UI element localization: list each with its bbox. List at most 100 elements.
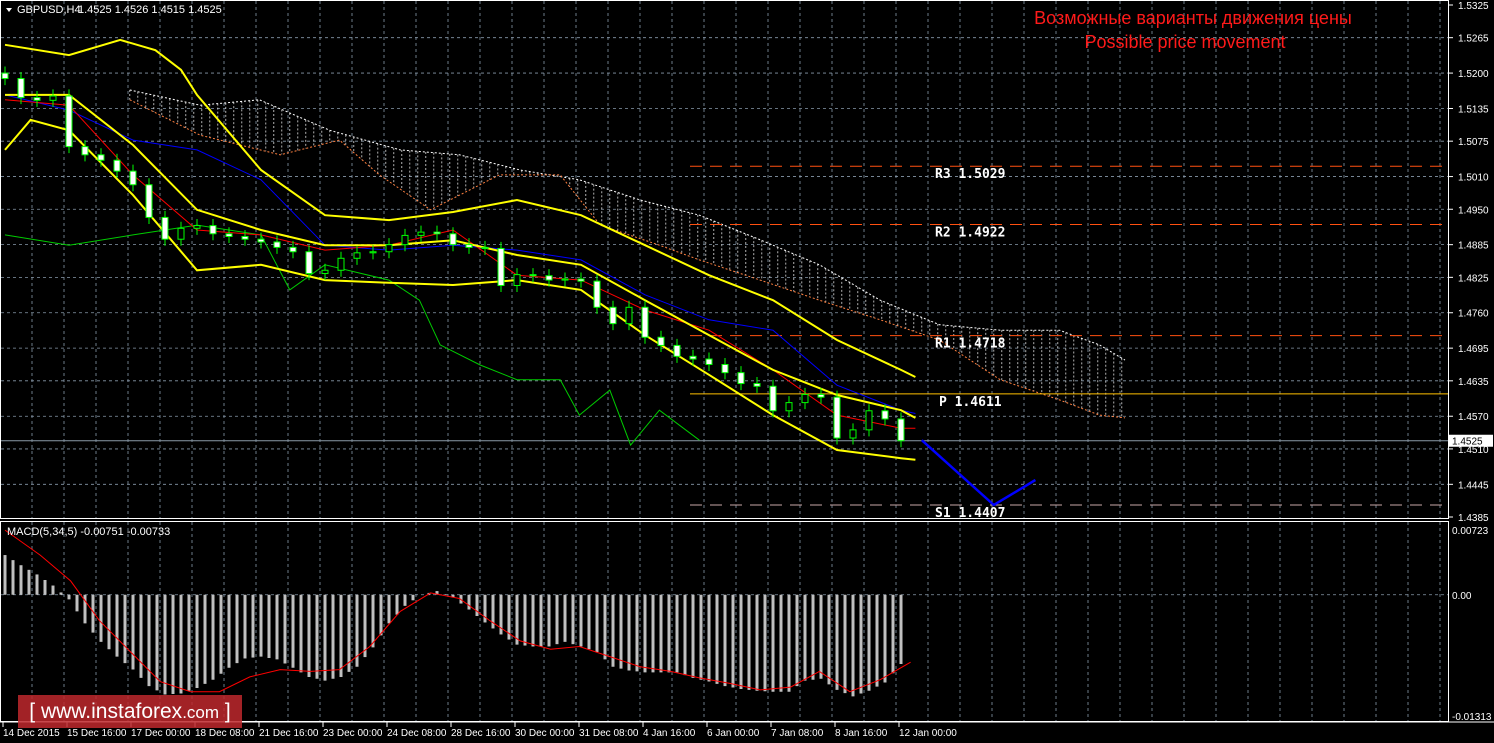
candle-bearish bbox=[529, 274, 537, 277]
price-chart[interactable]: R3 1.5029R2 1.4922R1 1.4718P 1.4611S1 1.… bbox=[0, 0, 1494, 743]
y-tick-label: 1.4445 bbox=[1458, 480, 1489, 491]
candle-bearish bbox=[289, 246, 297, 253]
ichimoku-cloud bbox=[129, 89, 1126, 419]
candle-bearish bbox=[897, 418, 905, 442]
candle-bearish bbox=[1, 72, 9, 80]
candle-bullish bbox=[353, 252, 361, 259]
candle-bullish bbox=[401, 234, 409, 246]
y-tick-label: 1.5010 bbox=[1458, 173, 1489, 184]
candle-bearish bbox=[81, 146, 89, 156]
candle-bearish bbox=[17, 78, 25, 99]
y-tick-label: 1.5325 bbox=[1458, 1, 1489, 12]
candle-bearish bbox=[161, 216, 169, 240]
candle-bearish bbox=[481, 246, 489, 249]
candle-bearish bbox=[705, 358, 713, 365]
watermark-bracket-open: [ bbox=[29, 700, 36, 723]
y-tick-label: 1.4885 bbox=[1458, 241, 1489, 252]
candle-bearish bbox=[833, 396, 841, 439]
candle-bearish bbox=[209, 225, 217, 235]
candle-bearish bbox=[721, 363, 729, 374]
candles bbox=[1, 66, 905, 448]
candle-bearish bbox=[545, 275, 553, 281]
candle-bearish bbox=[673, 344, 681, 357]
candle-bearish bbox=[657, 336, 665, 346]
y-tick-label: 1.5135 bbox=[1458, 104, 1489, 115]
candle-bullish bbox=[385, 244, 393, 253]
candle-bullish bbox=[417, 231, 425, 236]
x-tick-label: 12 Jan 00:00 bbox=[899, 728, 957, 739]
candle-bearish bbox=[145, 184, 153, 218]
band-middle-line bbox=[5, 93, 916, 419]
x-tick-label: 18 Dec 08:00 bbox=[195, 728, 255, 739]
candle-bearish bbox=[497, 247, 505, 287]
y-tick-label: 1.4695 bbox=[1458, 344, 1489, 355]
dropdown-triangle-icon[interactable] bbox=[6, 8, 12, 12]
candle-bearish bbox=[225, 233, 233, 237]
macd-label: MACD(5,34,5) -0.00751 -0.00733 bbox=[7, 526, 170, 538]
y-tick-label: 1.5265 bbox=[1458, 34, 1489, 45]
chikou-line bbox=[4, 224, 700, 447]
candle-bullish bbox=[849, 429, 857, 439]
x-tick-label: 24 Dec 08:00 bbox=[387, 728, 447, 739]
y-tick-label: 1.4385 bbox=[1458, 513, 1489, 524]
candle-bullish bbox=[513, 274, 521, 287]
candle-bearish bbox=[593, 280, 601, 308]
symbol-label: GBPUSD,H4 bbox=[17, 4, 81, 16]
candle-bullish bbox=[321, 269, 329, 275]
x-tick-label: 4 Jan 16:00 bbox=[643, 728, 696, 739]
x-tick-label: 28 Dec 16:00 bbox=[451, 728, 511, 739]
candle-bullish bbox=[49, 95, 57, 101]
tenkan-line bbox=[4, 99, 916, 429]
pivot-label-r1: R1 1.4718 bbox=[935, 337, 1006, 352]
pivot-label-p: P 1.4611 bbox=[939, 395, 1002, 410]
y-tick-label: 1.5075 bbox=[1458, 137, 1489, 148]
candle-bearish bbox=[753, 383, 761, 387]
candle-bearish bbox=[113, 159, 121, 172]
annotation-title-en: Possible price movement bbox=[1084, 32, 1285, 52]
x-tick-label: 6 Jan 00:00 bbox=[707, 728, 760, 739]
cloud-span-b-line bbox=[129, 99, 1126, 419]
x-tick-label: 15 Dec 16:00 bbox=[67, 728, 127, 739]
candle-bearish bbox=[449, 233, 457, 246]
x-tick-label: 14 Dec 2015 bbox=[3, 728, 60, 739]
candle-bearish bbox=[689, 355, 697, 360]
candle-bullish bbox=[865, 410, 873, 431]
forecast-line bbox=[920, 439, 1037, 507]
candle-bullish bbox=[337, 257, 345, 271]
pivot-label-r2: R2 1.4922 bbox=[935, 226, 1005, 241]
candle-bearish bbox=[65, 95, 73, 148]
macd-tick-label: -0.01313 bbox=[1452, 712, 1492, 723]
y-tick-label: 1.4825 bbox=[1458, 273, 1489, 284]
indicator-lines bbox=[4, 38, 1037, 507]
y-tick-label: 1.4570 bbox=[1458, 412, 1489, 423]
candle-bearish bbox=[769, 385, 777, 412]
candle-bullish bbox=[369, 251, 377, 254]
candle-bearish bbox=[33, 97, 41, 101]
candle-bearish bbox=[129, 170, 137, 186]
pivot-label-r3: R3 1.5029 bbox=[935, 167, 1005, 182]
candle-bearish bbox=[241, 235, 249, 240]
current-price-label: 1.4525 bbox=[1452, 437, 1483, 448]
x-tick-label: 31 Dec 08:00 bbox=[579, 728, 639, 739]
y-tick-label: 1.5200 bbox=[1458, 69, 1489, 80]
candle-bearish bbox=[817, 393, 825, 398]
y-tick-label: 1.4760 bbox=[1458, 309, 1489, 320]
candle-bearish bbox=[305, 251, 313, 275]
x-tick-label: 30 Dec 00:00 bbox=[515, 728, 575, 739]
candle-bearish bbox=[257, 238, 265, 243]
x-tick-label: 17 Dec 00:00 bbox=[131, 728, 191, 739]
watermark-suffix: .com bbox=[182, 703, 220, 722]
candle-bearish bbox=[641, 306, 649, 338]
macd-panel bbox=[3, 529, 911, 697]
macd-tick-label: 0.00723 bbox=[1452, 526, 1489, 537]
candle-bullish bbox=[801, 393, 809, 404]
y-tick-label: 1.4950 bbox=[1458, 205, 1489, 216]
candle-bullish bbox=[785, 402, 793, 412]
x-tick-label: 23 Dec 00:00 bbox=[323, 728, 383, 739]
watermark-bracket-close: ] bbox=[224, 700, 231, 723]
band-upper-line bbox=[4, 38, 916, 378]
candle-bullish bbox=[177, 227, 185, 240]
candle-bearish bbox=[609, 306, 617, 325]
macd-tick-label: 0.00 bbox=[1452, 591, 1472, 602]
kijun-line bbox=[4, 94, 916, 414]
